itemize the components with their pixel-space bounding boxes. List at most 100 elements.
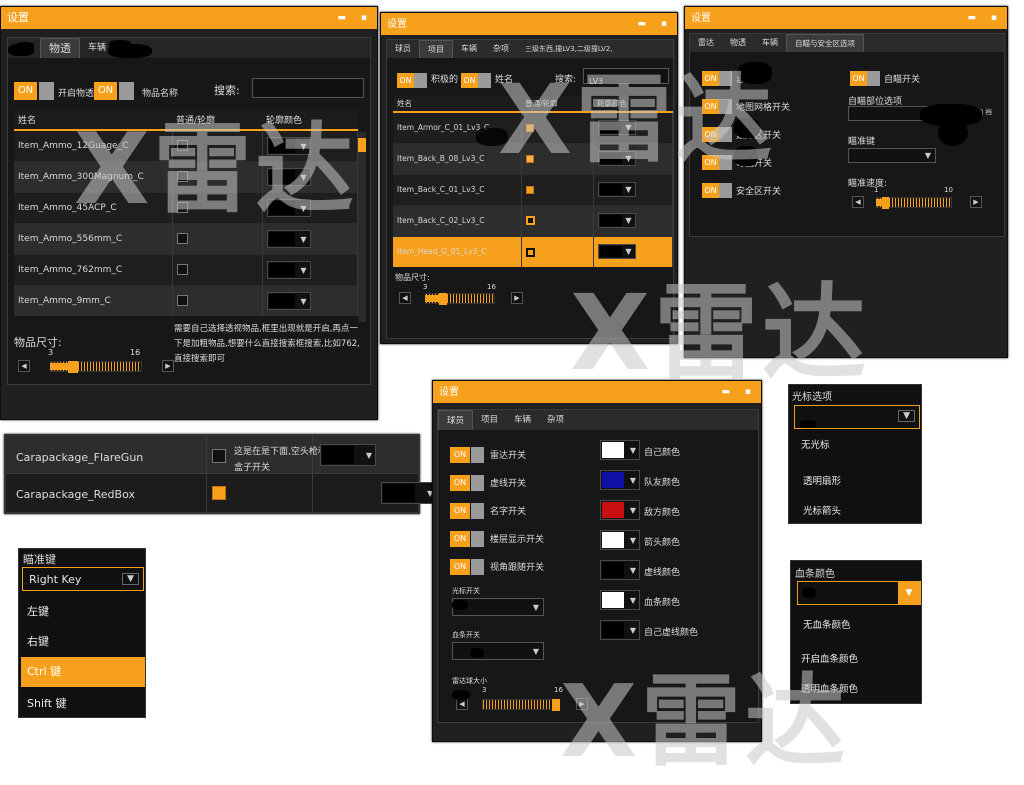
color-picker[interactable]: ▼ — [320, 444, 376, 466]
color-picker[interactable]: ▼ — [597, 182, 636, 197]
slider-left-arrow-icon[interactable]: ◀ — [18, 360, 30, 372]
mode-checkbox[interactable] — [176, 264, 188, 275]
tab-aim-safezone[interactable]: 自瞄与安全区选项 — [786, 34, 864, 52]
aim-key-dropdown[interactable]: ▼ — [848, 148, 936, 163]
slider-thumb[interactable] — [68, 361, 78, 373]
table-row[interactable]: Item_Ammo_556mm_C ▼ — [14, 222, 358, 254]
toggle-dashed-line[interactable]: ON — [450, 472, 484, 491]
table-row[interactable]: Item_Ammo_45ACP_C ▼ — [14, 191, 358, 223]
slider-right-arrow-icon[interactable]: ▶ — [970, 196, 982, 208]
menu-item-right-key[interactable]: 右键 — [19, 627, 145, 657]
slider-thumb[interactable] — [882, 197, 889, 209]
menu-item-cursor-arrow[interactable]: 光标箭头 — [793, 503, 841, 517]
color-picker[interactable]: ▼ — [266, 291, 311, 310]
color-picker[interactable]: ▼ — [266, 198, 311, 217]
menu-item-left-key[interactable]: 左键 — [19, 597, 145, 627]
table-row[interactable]: Item_Ammo_12Guage_C ▼ — [14, 129, 358, 161]
toggle-active[interactable]: ON — [397, 70, 427, 89]
color-picker[interactable]: ▼ — [597, 120, 636, 136]
color-row[interactable]: ▼ 虚线颜色 — [600, 560, 756, 582]
table-row-selected[interactable]: Item_Head_G_01_Lv3_C ▼ — [393, 235, 673, 267]
tab-item-esp[interactable]: 物透 — [722, 34, 754, 52]
table-row[interactable]: Item_Armor_C_01_Lv3_C ▼ — [393, 111, 673, 143]
color-row[interactable]: ▼ 血条颜色 — [600, 590, 756, 612]
window-controls[interactable]: ▬ ▪ — [638, 13, 673, 35]
toggle-item-esp[interactable]: ON — [14, 80, 54, 100]
color-picker[interactable]: ▼ — [600, 440, 640, 460]
mode-checkbox[interactable] — [212, 486, 226, 500]
color-picker[interactable]: ▼ — [597, 213, 636, 228]
table-row[interactable]: Item_Ammo_300Magnum_C ▼ — [14, 160, 358, 192]
mode-checkbox[interactable] — [212, 449, 226, 463]
table-row[interactable]: Carapackage_RedBox — [6, 475, 418, 512]
aim-key-select[interactable]: Right Key ▼ — [22, 567, 144, 591]
color-picker[interactable]: ▼ — [600, 620, 640, 640]
toggle-bomb-zone[interactable]: ON — [702, 124, 732, 143]
menu-item-transparent-hp-color[interactable]: 透明血条颜色 — [791, 681, 858, 695]
color-row[interactable]: ▼ 自己虚线颜色 — [600, 620, 756, 642]
color-picker[interactable]: ▼ — [266, 229, 311, 248]
color-picker[interactable]: ▼ — [597, 151, 636, 166]
hp-dropdown[interactable]: ▼ — [452, 642, 544, 660]
title-bar[interactable]: 设置 ▬ ▪ — [381, 13, 677, 35]
color-picker[interactable]: ▼ — [600, 470, 640, 490]
mode-checkbox[interactable] — [525, 216, 535, 226]
tab-vehicle[interactable]: 车辆 — [754, 34, 786, 52]
mode-checkbox[interactable] — [176, 140, 188, 152]
search-input[interactable]: LV3 — [583, 68, 669, 86]
toggle-master[interactable]: ON — [702, 68, 732, 87]
table-scrollbar[interactable] — [358, 132, 366, 322]
slider-right-arrow-icon[interactable]: ▶ — [162, 360, 174, 372]
window-controls[interactable]: ▬ ▪ — [338, 7, 373, 29]
search-input[interactable] — [252, 78, 364, 98]
radar-size-slider[interactable]: ◀ ▶ — [456, 698, 588, 712]
color-picker[interactable]: ▼ — [266, 167, 311, 186]
color-row[interactable]: ▼ 箭头颜色 — [600, 530, 756, 552]
toggle-item-name[interactable]: ON — [94, 80, 134, 100]
aim-speed-slider[interactable]: ◀ ▶ — [852, 196, 982, 210]
window-controls[interactable]: ▬ ▪ — [968, 7, 1003, 29]
size-slider[interactable]: ◀ ▶ — [18, 360, 174, 374]
mode-checkbox[interactable] — [525, 155, 534, 163]
mode-checkbox[interactable] — [176, 295, 188, 307]
toggle-floor[interactable]: ON — [450, 528, 484, 547]
color-picker[interactable]: ▼ — [597, 244, 636, 260]
tab-items[interactable]: 项目 — [473, 410, 506, 430]
toggle-aim[interactable]: ON — [850, 68, 880, 87]
toggle-safe-zone[interactable]: ON — [702, 180, 732, 199]
toggle-view-follow[interactable]: ON — [450, 556, 484, 575]
menu-item-transparent-fan[interactable]: 透明扇形 — [793, 473, 841, 487]
color-picker[interactable]: ▼ — [381, 482, 438, 504]
toggle-name[interactable]: ON — [450, 500, 484, 519]
slider-left-arrow-icon[interactable]: ◀ — [399, 292, 411, 304]
menu-item-ctrl-key[interactable]: Ctrl 键 — [21, 657, 145, 687]
size-slider[interactable]: ◀ ▶ — [399, 292, 523, 306]
menu-item-enable-hp-color[interactable]: 开启血条颜色 — [791, 651, 858, 665]
tab-radar[interactable]: 雷达 — [690, 34, 722, 52]
mode-checkbox[interactable] — [525, 247, 535, 257]
slider-right-arrow-icon[interactable]: ▶ — [511, 292, 523, 304]
mode-checkbox[interactable] — [176, 202, 188, 213]
window-controls[interactable]: ▬ ▪ — [722, 381, 757, 403]
tab-vehicle[interactable]: 车辆 — [453, 40, 485, 58]
toggle-map-grid[interactable]: ON — [702, 96, 732, 115]
color-row[interactable]: ▼ 队友颜色 — [600, 470, 756, 492]
color-row[interactable]: ▼ 自己颜色 — [600, 440, 756, 462]
color-picker[interactable]: ▼ — [266, 260, 311, 279]
tab-player[interactable]: 球员 — [438, 410, 474, 430]
table-row[interactable]: Item_Ammo_9mm_C ▼ — [14, 284, 358, 316]
title-bar[interactable]: 设置 ▬ ▪ — [1, 7, 377, 29]
toggle-radar[interactable]: ON — [450, 444, 484, 463]
mode-checkbox[interactable] — [525, 124, 534, 133]
tab-misc[interactable]: 杂项 — [539, 410, 572, 430]
slider-left-arrow-icon[interactable]: ◀ — [852, 196, 864, 208]
title-bar[interactable]: 设置 ▬ ▪ — [685, 7, 1007, 29]
slider-thumb[interactable] — [439, 293, 447, 305]
tab-misc[interactable]: 杂项 — [485, 40, 517, 58]
table-row[interactable]: Item_Ammo_762mm_C ▼ — [14, 253, 358, 285]
tab-item-esp[interactable]: 物透 — [40, 38, 80, 58]
color-picker[interactable]: ▼ — [600, 530, 640, 550]
table-row[interactable]: Item_Back_C_01_Lv3_C ▼ — [393, 173, 673, 205]
title-bar[interactable]: 设置 ▬ ▪ — [433, 381, 761, 403]
menu-item-no-hp-color[interactable]: 无血条颜色 — [793, 617, 851, 631]
